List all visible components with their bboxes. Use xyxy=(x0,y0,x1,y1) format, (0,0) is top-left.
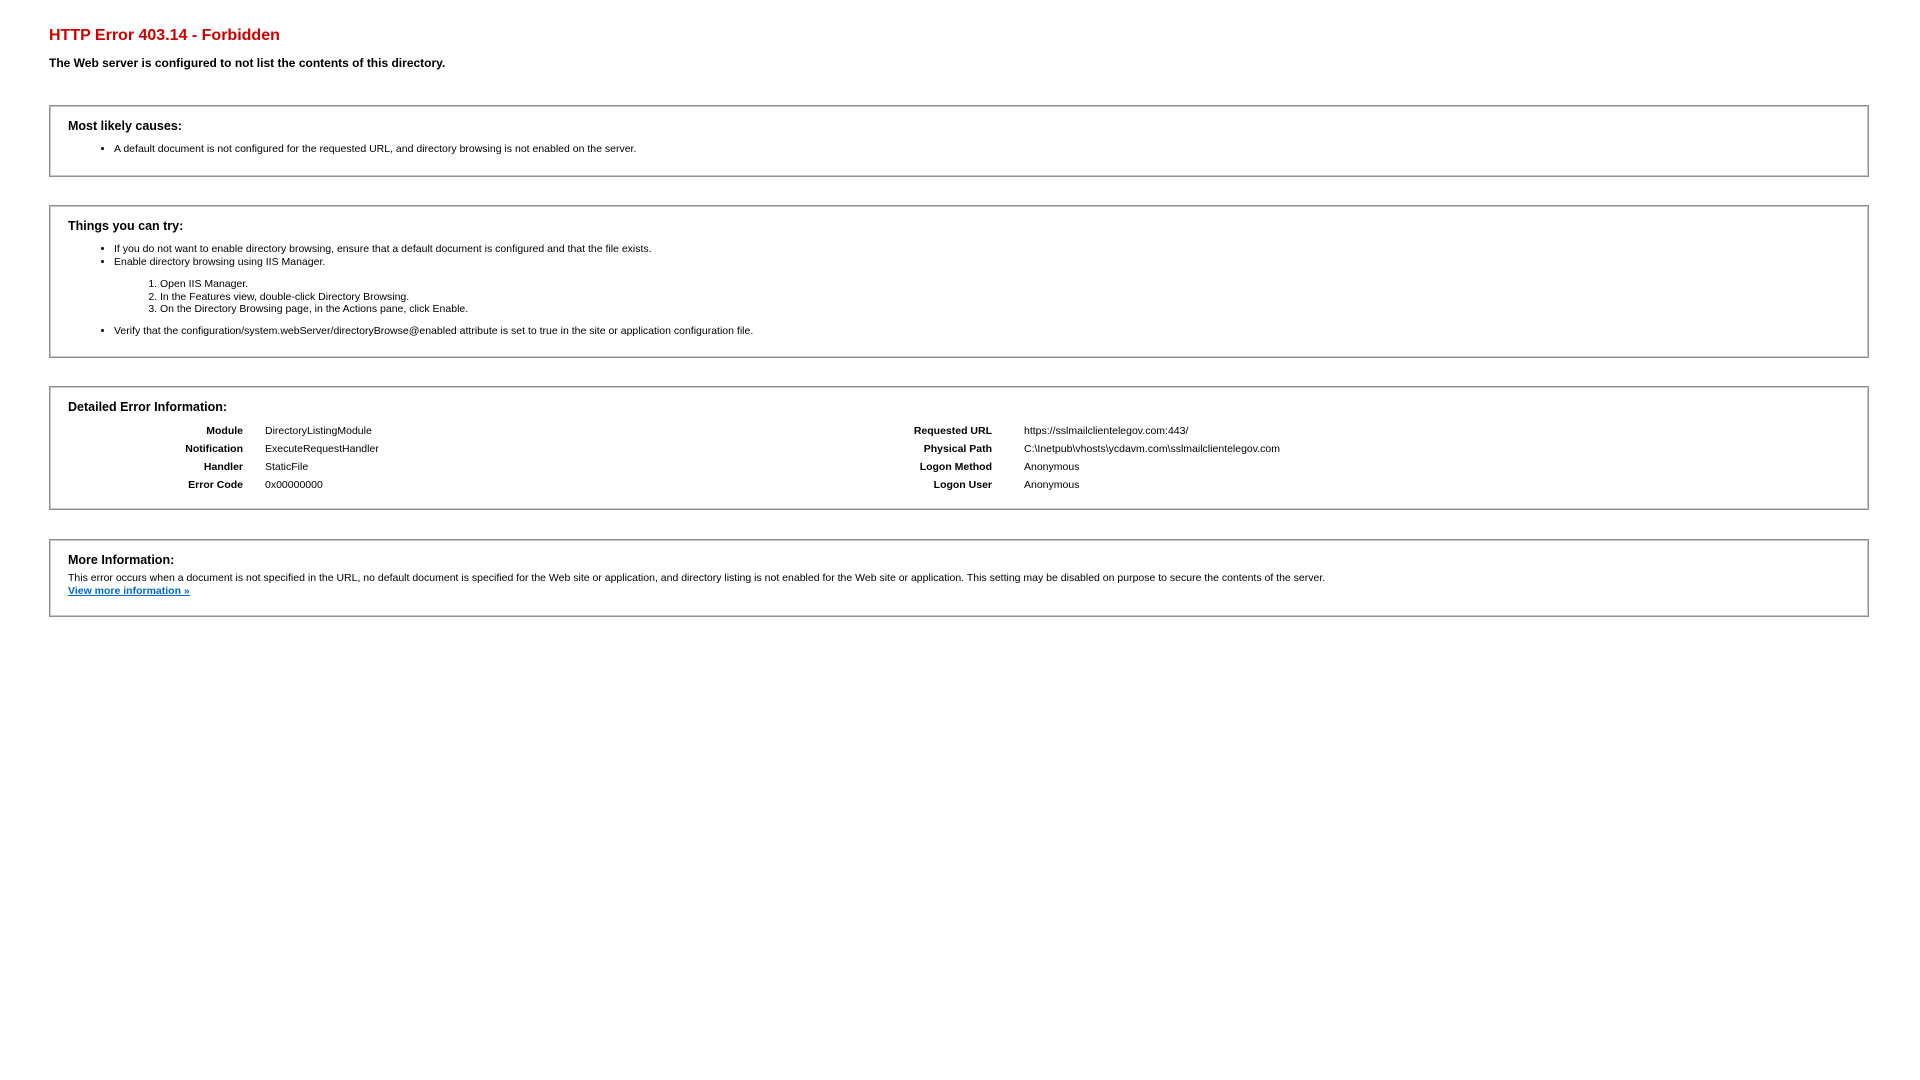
view-more-information-link[interactable]: View more information » xyxy=(68,585,190,597)
try-step: On the Directory Browsing page, in the A… xyxy=(160,303,753,316)
physical-path-label: Physical Path xyxy=(923,443,992,455)
module-label: Module xyxy=(206,425,243,437)
try-step: In the Features view, double-click Direc… xyxy=(160,291,753,304)
logon-user-label: Logon User xyxy=(933,479,992,491)
error-code-label: Error Code xyxy=(188,479,243,491)
try-item: Verify that the configuration/system.web… xyxy=(114,325,753,338)
detail-heading: Detailed Error Information: xyxy=(68,400,228,414)
requested-url-value: https://sslmailclientelegov.com:443/ xyxy=(1024,425,1189,437)
detail-table-right: Requested URL https://sslmailclientelego… xyxy=(890,422,1280,494)
error-code-value: 0x00000000 xyxy=(265,479,323,491)
physical-path-value: C:\Inetpub\vhosts\ycdavm.com\sslmailclie… xyxy=(1024,443,1280,455)
logon-method-value: Anonymous xyxy=(1024,461,1080,473)
try-item: Enable directory browsing using IIS Mana… xyxy=(114,256,753,316)
detail-row: Error Code 0x00000000 xyxy=(50,476,379,494)
detail-row: Physical Path C:\Inetpub\vhosts\ycdavm.c… xyxy=(890,440,1280,458)
logon-method-label: Logon Method xyxy=(919,461,992,473)
try-item: If you do not want to enable directory b… xyxy=(114,243,753,256)
try-list: If you do not want to enable directory b… xyxy=(98,243,753,338)
handler-value: StaticFile xyxy=(265,461,309,473)
module-value: DirectoryListingModule xyxy=(265,425,372,437)
try-heading: Things you can try: xyxy=(68,219,184,233)
error-title: HTTP Error 403.14 - Forbidden xyxy=(49,27,280,44)
causes-heading: Most likely causes: xyxy=(68,119,182,133)
causes-list: A default document is not configured for… xyxy=(98,143,636,156)
handler-label: Handler xyxy=(203,461,243,473)
detail-section: Detailed Error Information: Module Direc… xyxy=(49,386,1869,510)
detail-row: Notification ExecuteRequestHandler xyxy=(50,440,379,458)
more-info-section: More Information: This error occurs when… xyxy=(49,539,1869,617)
detail-row: Logon User Anonymous xyxy=(890,476,1280,494)
notification-label: Notification xyxy=(185,443,243,455)
error-page: HTTP Error 403.14 - Forbidden The Web se… xyxy=(0,0,1920,1080)
notification-value: ExecuteRequestHandler xyxy=(265,443,379,455)
detail-row: Handler StaticFile xyxy=(50,458,379,476)
detail-row: Requested URL https://sslmailclientelego… xyxy=(890,422,1280,440)
causes-section: Most likely causes: A default document i… xyxy=(49,105,1869,177)
more-info-heading: More Information: xyxy=(68,553,175,567)
error-subtitle: The Web server is configured to not list… xyxy=(49,56,446,70)
try-steps-list: Open IIS Manager. In the Features view, … xyxy=(114,278,753,316)
detail-row: Logon Method Anonymous xyxy=(890,458,1280,476)
detail-table-left: Module DirectoryListingModule Notificati… xyxy=(50,422,379,494)
try-step: Open IIS Manager. xyxy=(160,278,753,291)
try-section: Things you can try: If you do not want t… xyxy=(49,205,1869,358)
requested-url-label: Requested URL xyxy=(913,425,992,437)
logon-user-value: Anonymous xyxy=(1024,479,1080,491)
try-item-label: Enable directory browsing using IIS Mana… xyxy=(114,256,326,268)
cause-item: A default document is not configured for… xyxy=(114,143,636,156)
detail-row: Module DirectoryListingModule xyxy=(50,422,379,440)
more-info-text: This error occurs when a document is not… xyxy=(68,572,1326,584)
